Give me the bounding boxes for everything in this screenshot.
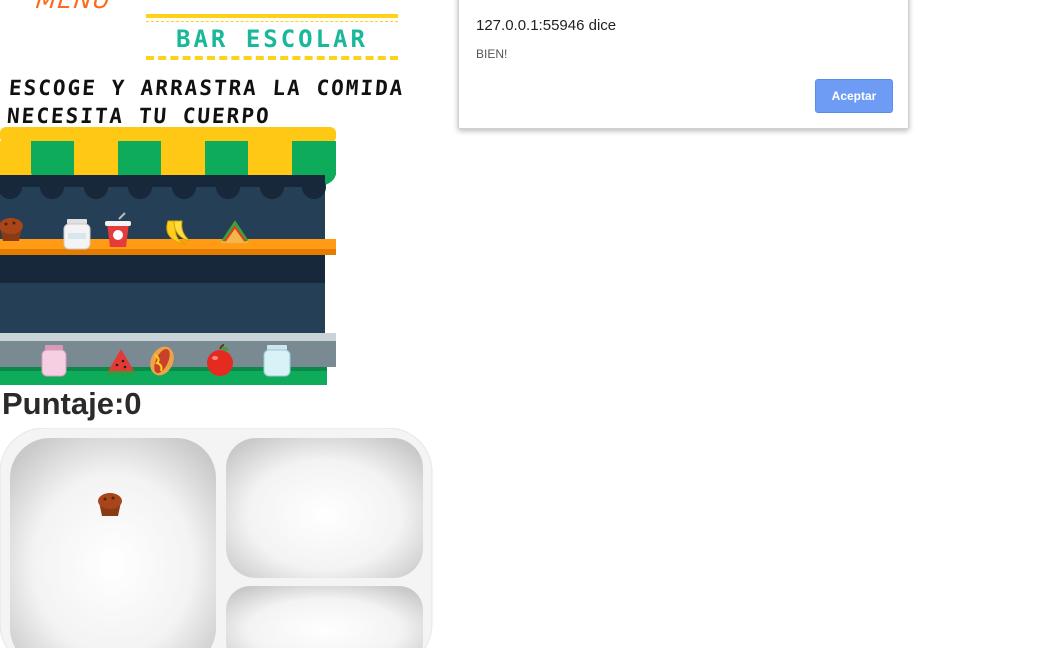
counter-top	[0, 333, 336, 341]
instructions-line-1: ESCOGE Y ARRASTRA LA COMIDA	[8, 76, 406, 100]
food-stand	[0, 127, 336, 385]
menu-link[interactable]: MENU	[35, 0, 113, 14]
muffin-icon[interactable]	[98, 493, 122, 516]
tray-bottom-right-compartment[interactable]	[226, 586, 423, 648]
title-banner: BAR ESCOLAR	[146, 14, 398, 60]
instructions: ESCOGE Y ARRASTRA LA COMIDA NECESITA TU …	[6, 74, 470, 130]
alert-dialog: 127.0.0.1:55946 dice BIEN! Aceptar	[458, 0, 909, 129]
milk-jar-icon[interactable]	[63, 219, 91, 250]
blue-jar-icon[interactable]	[263, 345, 291, 377]
tray-top-right-compartment[interactable]	[226, 438, 423, 578]
accept-button[interactable]: Aceptar	[815, 79, 893, 113]
muffin-icon[interactable]	[0, 218, 23, 241]
dialog-title: 127.0.0.1:55946 dice	[476, 17, 617, 34]
awning-top-bar	[0, 127, 336, 143]
score-value: 0	[124, 386, 142, 421]
score: Puntaje:0	[2, 386, 142, 422]
lunch-tray[interactable]	[0, 428, 440, 648]
tray-main-compartment[interactable]	[10, 438, 216, 648]
top-shelf	[0, 239, 336, 249]
page-title: BAR ESCOLAR	[176, 25, 368, 53]
instructions-line-2: NECESITA TU CUERPO	[6, 104, 272, 128]
dialog-message: BIEN!	[476, 47, 508, 61]
pink-jar-icon[interactable]	[41, 345, 67, 377]
score-label: Puntaje:	[2, 386, 125, 421]
